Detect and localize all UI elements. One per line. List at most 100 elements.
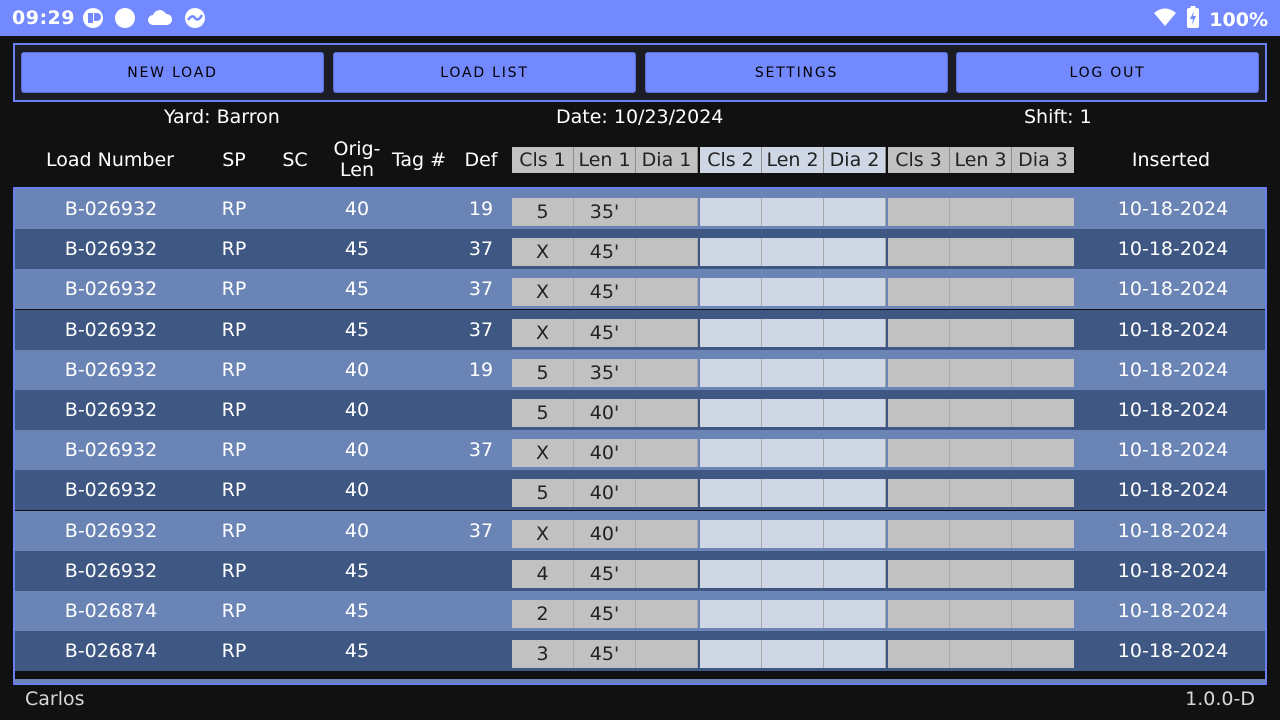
cell-inserted: 10-18-2024 06:11 <box>1117 640 1229 683</box>
cell-tag <box>388 430 450 470</box>
cell-cls1: X <box>512 520 574 548</box>
col-tag: Tag # <box>391 148 447 171</box>
cell-dia1 <box>636 640 698 668</box>
cell-len1: 45' <box>574 560 636 588</box>
table-row[interactable]: B-026932 RP 45 445' 10-18-2024 06:39 <box>15 551 1265 622</box>
col-cls3: Cls 3 <box>888 147 950 173</box>
cell-def: 37 <box>468 439 494 461</box>
load-table[interactable]: B-026932RP4019535'10-18-2024 06:41 B-0269… <box>13 187 1267 685</box>
table-row[interactable]: B-026932 RP 40 540' 10-18-2024 06:40 <box>15 470 1265 541</box>
cell-sc <box>268 269 322 309</box>
col-cls1: Cls 1 <box>512 147 574 173</box>
cell-load-number: B-026932 <box>64 278 158 300</box>
cell-def <box>452 551 510 591</box>
new-load-button[interactable]: NEW LOAD <box>21 52 324 93</box>
cell-dia2 <box>824 600 886 628</box>
cell-def: 37 <box>468 520 494 542</box>
cell-dia3 <box>1012 479 1074 507</box>
table-row[interactable]: B-026874 RP 45 245' 10-18-2024 06:11 <box>15 591 1265 662</box>
cell-cls3 <box>888 439 950 467</box>
cell-tag <box>388 390 450 430</box>
cell-cls1: 5 <box>512 399 574 427</box>
settings-button[interactable]: SETTINGS <box>645 52 948 93</box>
cell-cls1: X <box>512 278 574 306</box>
cell-sc <box>268 390 322 430</box>
cell-orig-len: 40 <box>344 399 370 421</box>
log-out-button[interactable]: LOG OUT <box>956 52 1259 93</box>
cell-dia1 <box>636 560 698 588</box>
cell-len1: 35' <box>574 359 636 387</box>
cell-sp: RP <box>221 359 247 381</box>
cell-load-number: B-026932 <box>64 359 158 381</box>
cell-cls2 <box>700 640 762 668</box>
battery-percent: 100% <box>1209 8 1268 31</box>
cell-load-number: B-026874 <box>64 600 158 622</box>
cell-def <box>452 631 510 671</box>
cell-len3 <box>950 600 1012 628</box>
cell-dia1 <box>636 479 698 507</box>
col-orig-len-line2: Len <box>340 159 374 181</box>
cell-tag <box>388 551 450 591</box>
cell-load-number: B-026932 <box>64 399 158 421</box>
table-row[interactable]: B-026932 RP 40 19 535' 10-18-2024 06:41 <box>15 189 1265 260</box>
cell-len2 <box>762 359 824 387</box>
cell-len1: 40' <box>574 399 636 427</box>
cell-cls2 <box>700 560 762 588</box>
cell-len1: 40' <box>574 479 636 507</box>
col-dia2: Dia 2 <box>824 147 886 173</box>
cell-dia2 <box>824 439 886 467</box>
cell-inserted: 10-18-2024 06:40 <box>1117 238 1229 300</box>
cell-tag <box>388 269 450 309</box>
cell-tag <box>388 229 450 269</box>
cell-dia2 <box>824 399 886 427</box>
table-row[interactable]: B-026932 RP 40 540' 10-18-2024 06:40 <box>15 390 1265 461</box>
cell-inserted: 10-18-2024 06:40 <box>1117 399 1229 461</box>
table-row[interactable]: B-026932 RP 40 37 X40' 10-18-2024 06:40 <box>15 430 1265 501</box>
cell-orig-len: 45 <box>344 238 370 260</box>
cell-cls3 <box>888 560 950 588</box>
table-row[interactable]: B-026932 RP 40 37 X40' 10-18-2024 06:39 <box>15 511 1265 582</box>
cell-orig-len: 45 <box>344 319 370 341</box>
cell-cls3 <box>888 640 950 668</box>
scrollbar-thumb[interactable] <box>1266 592 1267 657</box>
cell-len3 <box>950 319 1012 347</box>
table-row[interactable]: B-026932 RP 45 37 X45' 10-18-2024 06:40 <box>15 269 1265 340</box>
cell-len2 <box>762 399 824 427</box>
table-row[interactable]: B-026932 RP 40 19 535' 10-18-2024 06:40 <box>15 350 1265 421</box>
load-list-button[interactable]: LOAD LIST <box>333 52 636 93</box>
cell-tag <box>388 189 450 229</box>
col-dia3: Dia 3 <box>1012 147 1074 173</box>
col-len1: Len 1 <box>574 147 636 173</box>
table-row[interactable]: B-026932 RP 45 37 X45' 10-18-2024 06:40 <box>15 310 1265 381</box>
cell-len1: 45' <box>574 238 636 266</box>
table-scrollbar[interactable] <box>1251 592 1267 657</box>
cell-def <box>452 591 510 631</box>
cell-orig-len: 40 <box>344 439 370 461</box>
cell-dia3 <box>1012 238 1074 266</box>
cell-cls3 <box>888 198 950 226</box>
cell-len3 <box>950 359 1012 387</box>
col-dia1: Dia 1 <box>636 147 698 173</box>
app-badge-icon <box>82 7 104 29</box>
date-value: 10/23/2024 <box>613 106 724 128</box>
cell-tag <box>388 350 450 390</box>
cell-sc <box>268 511 322 551</box>
cell-inserted: 10-18-2024 06:40 <box>1117 278 1229 340</box>
cell-dia1 <box>636 600 698 628</box>
partial-row-cells <box>512 683 1075 685</box>
cell-sc <box>268 591 322 631</box>
cell-orig-len: 40 <box>344 359 370 381</box>
table-row[interactable]: B-026932 RP 45 37 X45' 10-18-2024 06:40 <box>15 229 1265 300</box>
col-def: Def <box>464 148 498 171</box>
cell-load-number: B-026932 <box>64 560 158 582</box>
cell-len3 <box>950 278 1012 306</box>
date-info: Date: 10/23/2024 <box>556 106 723 128</box>
cell-dia3 <box>1012 278 1074 306</box>
status-bar: 09:29 100% <box>0 0 1280 36</box>
cell-cls3 <box>888 600 950 628</box>
cell-dia3 <box>1012 640 1074 668</box>
cell-def: 19 <box>468 198 494 220</box>
cell-dia2 <box>824 198 886 226</box>
table-row[interactable]: B-026874 RP 45 345' 10-18-2024 06:11 <box>15 631 1265 683</box>
cell-dia1 <box>636 399 698 427</box>
